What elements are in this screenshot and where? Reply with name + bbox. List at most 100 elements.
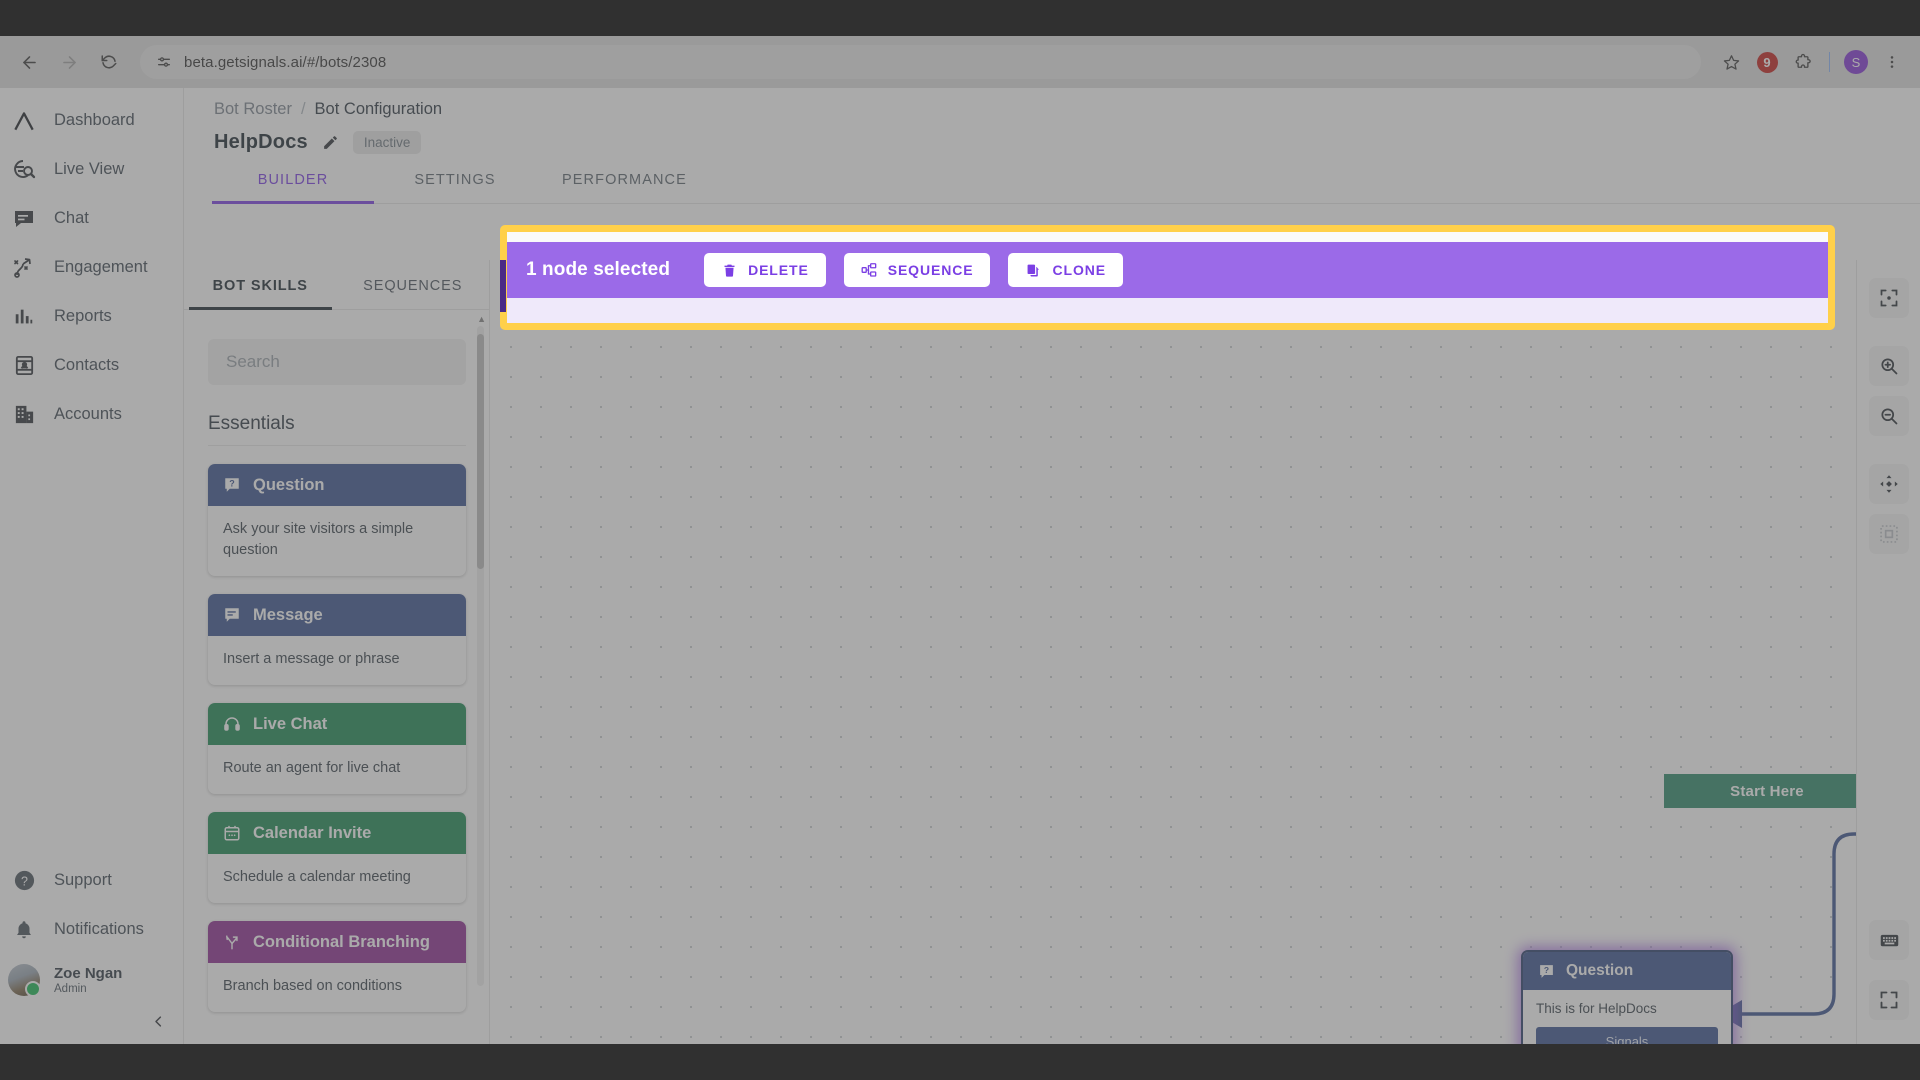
- bookmark-button[interactable]: [1715, 46, 1747, 78]
- skill-card-title: Message: [253, 605, 323, 624]
- sidebar-item-label: Support: [54, 871, 112, 889]
- sidebar-item-accounts[interactable]: Accounts: [0, 390, 183, 439]
- sidebar-item-label: Dashboard: [54, 111, 135, 129]
- profile-button[interactable]: S: [1840, 46, 1872, 78]
- delete-button[interactable]: DELETE: [704, 253, 826, 287]
- tab-performance[interactable]: PERFORMANCE: [536, 172, 713, 203]
- sequence-button[interactable]: SEQUENCE: [843, 253, 991, 287]
- tab-sequences[interactable]: SEQUENCES: [337, 260, 490, 309]
- sidebar-item-dashboard[interactable]: Dashboard: [0, 96, 183, 145]
- question-bubble-icon: ?: [1536, 961, 1556, 981]
- fit-to-screen-button[interactable]: [1868, 278, 1909, 318]
- sidebar-item-notifications[interactable]: Notifications: [0, 905, 184, 954]
- page-title-row: HelpDocs Inactive: [212, 119, 1920, 154]
- branch-icon: [222, 932, 242, 952]
- skill-card-title: Calendar Invite: [253, 823, 372, 842]
- calendar-icon: [222, 823, 242, 843]
- flow-canvas[interactable]: Start Here ? Question This is for HelpDo…: [490, 294, 1856, 1044]
- select-box-icon: [1879, 525, 1898, 543]
- skills-list: Search Essentials ? Question Ask your si…: [184, 317, 490, 1044]
- sidebar-item-label: Live View: [54, 160, 125, 178]
- site-settings-icon[interactable]: [154, 52, 174, 72]
- collapse-sidebar-button[interactable]: [0, 1006, 184, 1036]
- toolbar-bottom-strip: [507, 298, 1828, 323]
- breadcrumb-separator: /: [300, 100, 306, 118]
- selection-toolbar: 1 node selected DELETE SEQUENCE CLONE: [500, 232, 1828, 323]
- tab-builder[interactable]: BUILDER: [212, 172, 374, 204]
- fullscreen-button[interactable]: [1869, 980, 1909, 1020]
- address-bar[interactable]: beta.getsignals.ai/#/bots/2308: [140, 45, 1701, 79]
- extensions-button[interactable]: [1787, 46, 1819, 78]
- skill-card-header: Live Chat: [208, 703, 466, 746]
- scrollbar-thumb[interactable]: [477, 334, 484, 569]
- breadcrumb-parent[interactable]: Bot Roster: [214, 100, 292, 119]
- live-view-icon: [10, 156, 38, 184]
- accounts-icon: [10, 401, 38, 429]
- sidebar-item-label: Reports: [54, 307, 112, 325]
- reports-icon: [10, 303, 38, 331]
- nav-secondary-list: ? Support Notifications Zoe Ngan Admin: [0, 856, 184, 1036]
- skill-card-message[interactable]: Message Insert a message or phrase: [208, 594, 466, 686]
- pencil-icon: [323, 136, 337, 149]
- skill-card-live-chat[interactable]: Live Chat Route an agent for live chat: [208, 703, 466, 795]
- search-input[interactable]: Search: [208, 339, 466, 385]
- extension-badge-button[interactable]: 9: [1751, 46, 1783, 78]
- canvas-tool-rail: [1856, 260, 1920, 1044]
- pan-move-button[interactable]: [1868, 464, 1909, 504]
- headset-icon: [222, 714, 242, 734]
- left-navigation: Dashboard Live View Chat Engagement Repo…: [0, 88, 184, 1044]
- clone-icon: [1025, 262, 1042, 279]
- browser-menu-button[interactable]: [1876, 46, 1908, 78]
- sidebar-item-label: Chat: [54, 209, 89, 227]
- skill-card-header: Conditional Branching: [208, 921, 466, 964]
- selection-toolbar-accent-tab: [500, 260, 506, 312]
- button-label: CLONE: [1052, 262, 1106, 278]
- tab-settings[interactable]: SETTINGS: [374, 172, 536, 203]
- skills-section-title: Essentials: [208, 413, 295, 434]
- sidebar-item-chat[interactable]: Chat: [0, 194, 183, 243]
- chevron-left-icon: [155, 1015, 162, 1027]
- edit-name-button[interactable]: [322, 134, 339, 151]
- sidebar-item-support[interactable]: ? Support: [0, 856, 184, 905]
- skill-card-conditional-branching[interactable]: Conditional Branching Branch based on co…: [208, 921, 466, 1013]
- zoom-out-button[interactable]: [1868, 396, 1909, 436]
- breadcrumb: Bot Roster / Bot Configuration: [212, 88, 1920, 119]
- node-start-here[interactable]: Start Here: [1664, 774, 1856, 808]
- sidebar-item-live-view[interactable]: Live View: [0, 145, 183, 194]
- skill-card-calendar-invite[interactable]: Calendar Invite Schedule a calendar meet…: [208, 812, 466, 904]
- browser-toolbar: beta.getsignals.ai/#/bots/2308 9 S: [0, 36, 1920, 88]
- clone-button[interactable]: CLONE: [1008, 253, 1123, 287]
- tab-bot-skills[interactable]: BOT SKILLS: [184, 260, 337, 310]
- node-choice-option[interactable]: Signals: [1536, 1027, 1718, 1044]
- bot-skills-panel: BOT SKILLS SEQUENCES ▲ Search Essentials…: [184, 260, 490, 1044]
- browser-actions: 9 S: [1707, 46, 1908, 78]
- keyboard-shortcuts-button[interactable]: [1869, 920, 1909, 960]
- sidebar-item-engagement[interactable]: Engagement: [0, 243, 183, 292]
- skill-card-desc: Schedule a calendar meeting: [223, 869, 411, 886]
- sidebar-item-label: Engagement: [54, 258, 148, 276]
- forward-button[interactable]: [52, 45, 86, 79]
- user-info: Zoe Ngan Admin: [54, 965, 122, 996]
- section-tabs: BUILDER SETTINGS PERFORMANCE: [212, 172, 1920, 204]
- skills-scrollbar[interactable]: [477, 326, 484, 986]
- back-button[interactable]: [12, 45, 46, 79]
- sequence-icon: [861, 262, 878, 279]
- toolbar-top-strip: [507, 232, 1828, 242]
- node-question[interactable]: ? Question This is for HelpDocs Signals: [1523, 952, 1731, 1044]
- skill-card-desc: Insert a message or phrase: [223, 651, 400, 668]
- reload-icon: [101, 55, 117, 69]
- zoom-in-button[interactable]: [1868, 346, 1909, 386]
- question-bubble-icon: ?: [222, 475, 242, 495]
- selection-toolbar-highlight: 1 node selected DELETE SEQUENCE CLONE: [500, 225, 1835, 330]
- forward-arrow-icon: [62, 55, 76, 69]
- skill-card-title: Live Chat: [253, 714, 328, 733]
- zoom-out-icon: [1880, 408, 1897, 425]
- sidebar-item-contacts[interactable]: Contacts: [0, 341, 183, 390]
- sidebar-item-reports[interactable]: Reports: [0, 292, 183, 341]
- user-profile-row[interactable]: Zoe Ngan Admin: [0, 954, 184, 1006]
- node-question-text: This is for HelpDocs: [1536, 1001, 1657, 1016]
- reload-button[interactable]: [92, 45, 126, 79]
- skill-card-question[interactable]: ? Question Ask your site visitors a simp…: [208, 464, 466, 577]
- select-box-button[interactable]: [1868, 514, 1909, 554]
- pan-move-icon: [1879, 475, 1898, 493]
